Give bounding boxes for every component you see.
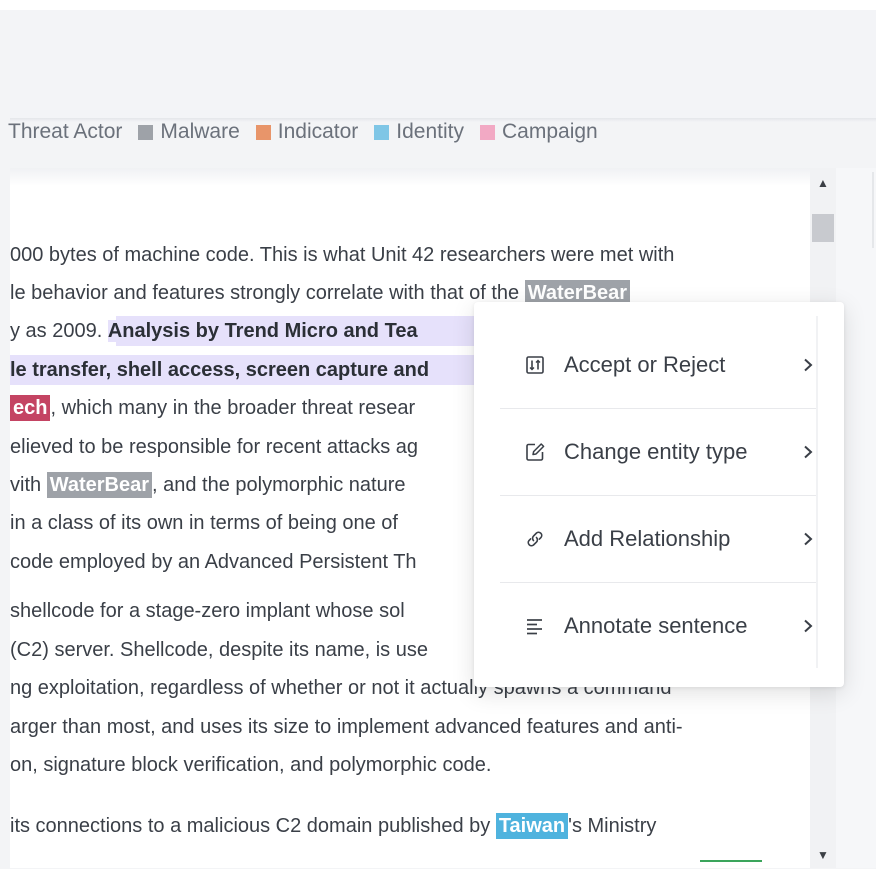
document-text: le behavior and features strongly correl… [10,282,525,304]
document-line[interactable]: 000 bytes of machine code. This is what … [10,240,674,270]
legend-label: Indicator [277,120,359,143]
menu-item-add-relationship[interactable]: Add Relationship [500,496,820,582]
chevron-right-icon [800,619,816,633]
document-text: , which many in the broader threat resea… [50,397,416,419]
document-text: on, signature block verification, and po… [10,754,492,776]
document-line[interactable]: elieved to be responsible for recent att… [10,432,418,462]
legend-label: Campaign [502,120,598,143]
annotation-underline [700,860,762,862]
document-line[interactable]: on, signature block verification, and po… [10,750,491,780]
menu-item-accept-or-reject[interactable]: Accept or Reject [500,322,820,408]
document-line[interactable]: ech, which many in the broader threat re… [10,393,415,423]
document-text: (C2) server. Shellcode, despite its name… [10,639,428,661]
document-line[interactable]: its connections to a malicious C2 domain… [10,811,656,841]
legend-item-threat-actor[interactable]: Threat Actor [8,120,122,144]
legend-item-identity[interactable]: Identity [374,120,464,144]
entity-context-menu: Accept or Reject Change entity type Add … [474,302,844,687]
menu-item-label: Add Relationship [564,526,731,551]
menu-item-change-entity-type[interactable]: Change entity type [500,409,820,495]
document-text: in a class of its own in terms of being … [10,512,398,534]
legend-swatch [374,124,390,140]
chevron-right-icon [800,532,816,546]
document-panel-top-fade [10,168,810,186]
toolbar-area [10,10,876,120]
accept-reject-icon [524,354,546,376]
document-line[interactable]: vith WaterBear, and the polymorphic natu… [10,470,405,500]
legend-swatch [255,124,271,140]
menu-item-label: Accept or Reject [564,352,726,377]
entity-highlight-identity[interactable]: Taiwan [495,813,569,839]
align-left-icon [524,615,546,637]
document-line[interactable]: shellcode for a stage-zero implant whose… [10,596,405,626]
legend-label: Threat Actor [8,120,123,143]
document-text: 000 bytes of machine code. This is what … [10,244,675,266]
scroll-thumb[interactable] [812,214,834,242]
annotation-workspace: Threat Actor Malware Indicator Identity … [0,0,876,869]
link-icon [524,528,546,550]
chevron-right-icon [800,358,816,372]
menu-edge-line [816,316,818,668]
document-text: 's Ministry [568,815,657,837]
menu-item-label: Change entity type [564,439,748,464]
legend-swatch [138,124,154,140]
side-panel-divider [872,172,874,248]
legend-label: Identity [396,120,465,143]
document-text: its connections to a malicious C2 domain… [10,815,496,837]
document-text: y as 2009. [10,320,108,342]
legend-item-campaign[interactable]: Campaign [480,120,598,144]
legend-label: Malware [160,120,240,143]
document-text: vith [10,474,47,496]
menu-item-label: Annotate sentence [564,613,748,638]
annotated-sentence[interactable]: le transfer, shell access, screen captur… [10,359,430,381]
legend-swatch [480,124,496,140]
entity-legend: Threat Actor Malware Indicator Identity … [8,118,614,146]
document-text: code employed by an Advanced Persistent … [10,551,417,573]
document-text: arger than most, and uses its size to im… [10,716,683,738]
legend-item-indicator[interactable]: Indicator [255,120,359,144]
edit-icon [524,441,546,463]
document-text: shellcode for a stage-zero implant whose… [10,600,405,622]
document-line[interactable]: in a class of its own in terms of being … [10,508,398,538]
menu-item-annotate-sentence[interactable]: Annotate sentence [500,583,820,669]
document-text: , and the polymorphic nature [151,474,406,496]
top-band [0,0,876,10]
chevron-right-icon [800,445,816,459]
annotated-sentence[interactable]: Analysis by Trend Micro and Tea [107,320,418,342]
entity-highlight-threat[interactable]: ech [10,395,51,421]
entity-highlight-malware[interactable]: WaterBear [46,472,152,498]
scroll-up-arrow-icon[interactable]: ▲ [810,172,836,194]
document-line[interactable]: code employed by an Advanced Persistent … [10,547,417,577]
legend-item-malware[interactable]: Malware [138,120,240,144]
scroll-down-arrow-icon[interactable]: ▼ [810,844,836,866]
document-line[interactable]: (C2) server. Shellcode, despite its name… [10,635,428,665]
document-text: elieved to be responsible for recent att… [10,436,419,458]
document-line[interactable]: arger than most, and uses its size to im… [10,712,683,742]
